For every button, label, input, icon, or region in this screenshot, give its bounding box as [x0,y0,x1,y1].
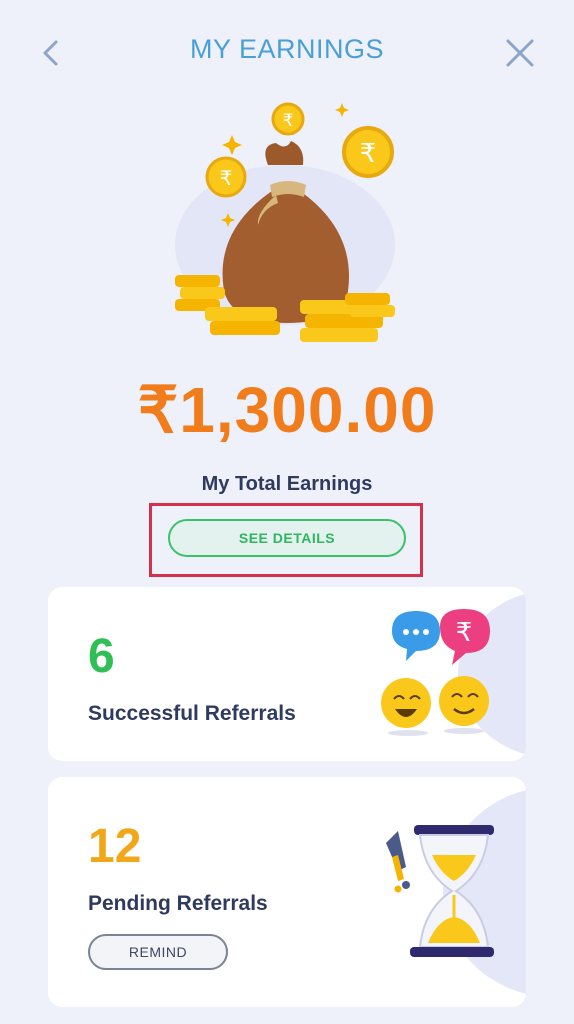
svg-text:₹: ₹ [360,139,377,169]
coin-icon: ₹ [271,102,305,136]
page-title: MY EARNINGS [189,34,385,64]
app-header: MY EARNINGS [0,0,574,105]
chat-emoji-icon: ₹ [381,609,490,736]
pending-referrals-label: Pending Referrals [88,892,268,915]
svg-text:₹: ₹ [456,618,473,648]
remind-button[interactable]: REMIND [88,934,228,970]
coin-icon: ₹ [205,156,247,198]
total-earnings-label: My Total Earnings [201,473,373,495]
pending-referrals-card[interactable]: 12 Pending Referrals REMIND [48,777,526,1007]
successful-referrals-card[interactable]: 6 Successful Referrals ₹ [48,587,526,761]
see-details-button[interactable]: SEE DETAILS [168,519,406,557]
money-bag-illustration: ₹ ₹ ₹ [175,102,395,342]
svg-text:₹: ₹ [283,111,294,131]
successful-referrals-label: Successful Referrals [88,702,296,725]
pending-referrals-count: 12 [88,820,142,873]
total-earnings-amount: ₹1,300.00 [137,374,437,446]
close-icon[interactable] [500,36,540,72]
svg-text:₹: ₹ [220,166,233,190]
hourglass-icon [386,825,494,957]
coin-icon: ₹ [342,126,394,178]
successful-referrals-count: 6 [88,630,115,683]
